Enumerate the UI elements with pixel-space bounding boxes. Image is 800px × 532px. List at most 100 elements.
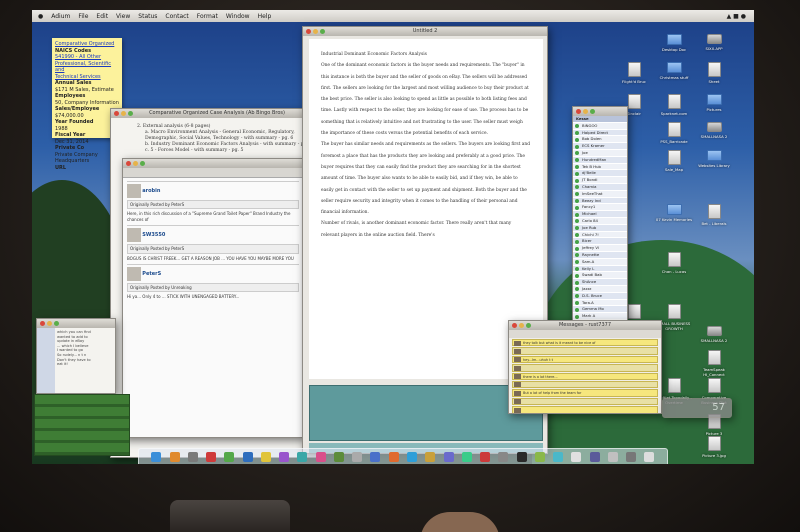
post-username[interactable]: arobin bbox=[142, 188, 160, 194]
buddy-row[interactable]: JT Bondi bbox=[573, 177, 627, 184]
buddy-row[interactable]: HundredMan bbox=[573, 156, 627, 164]
outline-titlebar[interactable]: Comparative Organized Case Analysis (Ab … bbox=[111, 109, 323, 118]
close-button[interactable] bbox=[126, 161, 131, 166]
buddy-row[interactable]: Mark A bbox=[573, 313, 627, 320]
avatar[interactable] bbox=[127, 184, 141, 198]
close-button[interactable] bbox=[40, 321, 45, 326]
menubar-status-icons[interactable]: ▲ ■ ● bbox=[727, 13, 754, 20]
menu-item[interactable]: Window bbox=[226, 13, 250, 20]
dock-app-icon[interactable] bbox=[315, 452, 326, 462]
buddy-row[interactable]: Beezy Ind bbox=[573, 197, 627, 205]
dock-app-icon[interactable] bbox=[443, 452, 454, 462]
dock-app-icon[interactable] bbox=[607, 452, 618, 462]
chat-titlebar[interactable] bbox=[37, 319, 115, 328]
desktop-icon[interactable]: Christmas stuff bbox=[654, 62, 694, 80]
close-button[interactable] bbox=[512, 323, 517, 328]
dock-app-icon[interactable] bbox=[644, 452, 655, 462]
desktop-icon[interactable]: SIXX.APP bbox=[694, 34, 734, 51]
chat-contact-list[interactable] bbox=[37, 328, 55, 393]
browser-toolbar[interactable] bbox=[123, 168, 303, 178]
dock-app-icon[interactable] bbox=[461, 452, 472, 462]
close-button[interactable] bbox=[576, 109, 581, 114]
menu-item[interactable]: Adium bbox=[51, 13, 70, 20]
sticky-line[interactable]: Professional, Scientific and bbox=[55, 61, 119, 74]
dock-app-icon[interactable] bbox=[388, 452, 399, 462]
outline-body[interactable]: 2. External analysis (6-8 pages) a. Macr… bbox=[111, 118, 323, 158]
menu-item[interactable]: Status bbox=[138, 13, 157, 20]
menu-item[interactable]: Edit bbox=[96, 13, 108, 20]
buddy-group-header[interactable]: Kesse bbox=[573, 116, 627, 123]
menu-item[interactable]: Format bbox=[197, 13, 218, 20]
buddy-row[interactable]: D.S. Bruce bbox=[573, 292, 627, 300]
desktop-icon[interactable]: Sheet bbox=[694, 62, 734, 84]
post-username[interactable]: SW3550 bbox=[142, 232, 165, 238]
dock-app-icon[interactable] bbox=[279, 452, 290, 462]
buddy-row[interactable]: Jeffrey Vl bbox=[573, 245, 627, 252]
dock-app-icon[interactable] bbox=[425, 452, 436, 462]
close-button[interactable] bbox=[114, 111, 119, 116]
dock-app-icon[interactable] bbox=[352, 452, 363, 462]
dock-app-icon[interactable] bbox=[498, 452, 509, 462]
buddy-row[interactable]: Tara.A bbox=[573, 300, 627, 307]
buddy-row[interactable]: Gemma Mo bbox=[573, 306, 627, 314]
zoom-button[interactable] bbox=[54, 321, 59, 326]
desktop-icon[interactable]: SMALLNASA 2 bbox=[694, 326, 734, 343]
dock-app-icon[interactable] bbox=[589, 452, 600, 462]
zoom-button[interactable] bbox=[140, 161, 145, 166]
menu-item[interactable]: File bbox=[78, 13, 88, 20]
buddy-row[interactable]: Carlo 84 bbox=[573, 218, 627, 225]
avatar[interactable] bbox=[127, 267, 141, 282]
minimize-button[interactable] bbox=[313, 29, 318, 34]
messages-titlebar[interactable]: Messages - rust7377 bbox=[509, 321, 661, 330]
dock-app-icon[interactable] bbox=[406, 452, 417, 462]
dock-app-icon[interactable] bbox=[260, 452, 271, 462]
buddy-row[interactable]: ECS Kramer bbox=[573, 143, 627, 150]
buddy-row[interactable]: ShAnce bbox=[573, 279, 627, 286]
dock-app-icon[interactable] bbox=[297, 452, 308, 462]
dock-app-icon[interactable] bbox=[480, 452, 491, 462]
zoom-button[interactable] bbox=[590, 109, 595, 114]
apple-menu-icon[interactable]: ● bbox=[38, 13, 43, 20]
messages-window[interactable]: Messages - rust7377 they talk but what i… bbox=[508, 320, 662, 414]
desktop-icon[interactable]: Flight'd Bruc bbox=[614, 62, 654, 84]
buddy-row[interactable]: Bicer bbox=[573, 238, 627, 246]
buddy-row[interactable]: Michael bbox=[573, 211, 627, 218]
dock-app-icon[interactable] bbox=[571, 452, 582, 462]
desktop-icon[interactable]: TeamSpeak HI_Connect bbox=[694, 350, 734, 377]
desktop-icon[interactable]: Pictures bbox=[694, 94, 734, 112]
close-button[interactable] bbox=[306, 29, 311, 34]
dock-app-icon[interactable] bbox=[626, 452, 637, 462]
forum-browser-window[interactable]: arobin Originally Posted by PeterS Here, i… bbox=[122, 158, 304, 438]
buddy-list-titlebar[interactable] bbox=[573, 107, 627, 116]
buddy-row[interactable]: ImSeeThat bbox=[573, 191, 627, 198]
zoom-button[interactable] bbox=[526, 323, 531, 328]
desktop-icon[interactable]: Sale_Map bbox=[654, 150, 694, 172]
forum-titlebar[interactable] bbox=[123, 159, 303, 168]
desktop-icon[interactable]: Chan - Lucas bbox=[654, 252, 694, 274]
desktop-icon[interactable]: Websites Library bbox=[694, 150, 734, 168]
buddy-row[interactable]: Jazzz bbox=[573, 286, 627, 293]
sticky-line[interactable]: Comparative Organized bbox=[55, 41, 119, 48]
buddy-row[interactable]: Halped Direct bbox=[573, 129, 627, 137]
buddy-row[interactable]: Bob Dolen bbox=[573, 136, 627, 144]
dock-app-icon[interactable] bbox=[187, 452, 198, 462]
buddy-row[interactable]: Kelly L bbox=[573, 265, 627, 273]
buddy-row[interactable]: Swadi Bab bbox=[573, 272, 627, 280]
buddy-row[interactable]: Sam.A bbox=[573, 259, 627, 266]
desktop-icon[interactable]: Picture 3.jpg bbox=[694, 436, 734, 458]
buddy-row[interactable]: Tek B Hub bbox=[573, 164, 627, 171]
desktop-icon[interactable]: SMALLNASA 2 bbox=[694, 122, 734, 139]
buddy-row[interactable]: Chamia bbox=[573, 183, 627, 191]
buddy-row[interactable]: Fancy1 bbox=[573, 204, 627, 212]
zoom-button[interactable] bbox=[128, 111, 133, 116]
dock-app-icon[interactable] bbox=[516, 452, 527, 462]
menu-item[interactable]: View bbox=[116, 13, 130, 20]
dock-app-icon[interactable] bbox=[224, 452, 235, 462]
buddy-row[interactable]: dj'Belle bbox=[573, 170, 627, 178]
dock-app-icon[interactable] bbox=[206, 452, 217, 462]
dock-app-icon[interactable] bbox=[534, 452, 545, 462]
desktop-icon[interactable]: Bet - Liberals bbox=[694, 204, 734, 226]
menu-item[interactable]: Help bbox=[258, 13, 272, 20]
minimize-button[interactable] bbox=[121, 111, 126, 116]
desktop-icon[interactable]: 07 Kevin Memories bbox=[654, 204, 694, 222]
